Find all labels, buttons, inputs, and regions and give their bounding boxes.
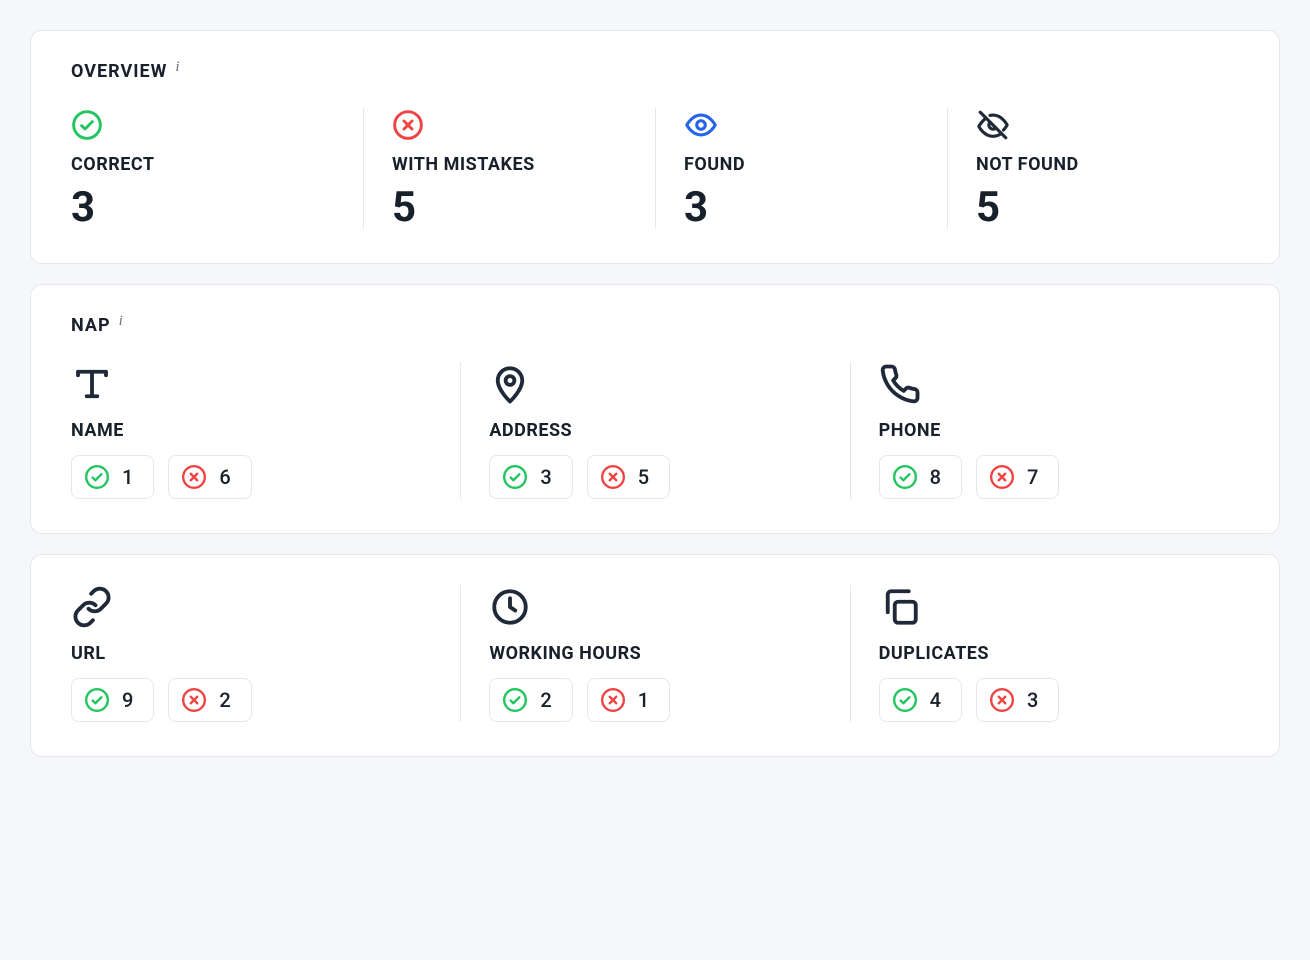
nap-phone-wrong-value: 7 bbox=[1027, 465, 1038, 489]
nap-phone-wrong-pill[interactable]: 7 bbox=[976, 455, 1059, 499]
nap-address: ADDRESS 3 5 bbox=[460, 362, 849, 499]
details-url-correct-value: 9 bbox=[122, 688, 133, 712]
overview-notfound-label: NOT FOUND bbox=[976, 154, 1219, 175]
nap-name: NAME 1 6 bbox=[71, 362, 460, 499]
eye-icon bbox=[684, 108, 927, 142]
overview-found: FOUND 3 bbox=[655, 108, 947, 229]
details-duplicates-wrong-pill[interactable]: 3 bbox=[976, 678, 1059, 722]
info-icon[interactable]: i bbox=[175, 59, 180, 76]
details-url: URL 9 2 bbox=[71, 585, 460, 722]
phone-icon bbox=[879, 362, 1219, 406]
details-duplicates-wrong-value: 3 bbox=[1027, 688, 1038, 712]
details-duplicates-correct-pill[interactable]: 4 bbox=[879, 678, 962, 722]
nap-phone-label: PHONE bbox=[879, 420, 1219, 441]
overview-title: OVERVIEW bbox=[71, 61, 167, 82]
nap-card: NAP i NAME 1 6 bbox=[30, 284, 1280, 534]
overview-mistakes: WITH MISTAKES 5 bbox=[363, 108, 655, 229]
overview-found-label: FOUND bbox=[684, 154, 927, 175]
nap-name-label: NAME bbox=[71, 420, 440, 441]
info-icon[interactable]: i bbox=[119, 313, 124, 330]
copy-icon bbox=[879, 585, 1219, 629]
details-hours-wrong-value: 1 bbox=[638, 688, 649, 712]
details-card: URL 9 2 WORKING HOURS 2 bbox=[30, 554, 1280, 757]
nap-address-label: ADDRESS bbox=[489, 420, 829, 441]
overview-card: OVERVIEW i CORRECT 3 WITH MISTAKES 5 FOU… bbox=[30, 30, 1280, 264]
nap-address-wrong-value: 5 bbox=[638, 465, 649, 489]
eye-off-icon bbox=[976, 108, 1219, 142]
type-icon bbox=[71, 362, 440, 406]
nap-address-correct-value: 3 bbox=[540, 465, 551, 489]
overview-correct: CORRECT 3 bbox=[71, 108, 363, 229]
nap-title: NAP bbox=[71, 315, 111, 336]
details-url-wrong-value: 2 bbox=[219, 688, 230, 712]
details-hours: WORKING HOURS 2 1 bbox=[460, 585, 849, 722]
clock-icon bbox=[489, 585, 829, 629]
nap-name-correct-value: 1 bbox=[122, 465, 133, 489]
nap-name-wrong-pill[interactable]: 6 bbox=[168, 455, 251, 499]
overview-correct-value: 3 bbox=[71, 187, 343, 229]
overview-notfound-value: 5 bbox=[976, 187, 1219, 229]
details-hours-correct-pill[interactable]: 2 bbox=[489, 678, 572, 722]
nap-name-wrong-value: 6 bbox=[219, 465, 230, 489]
overview-correct-label: CORRECT bbox=[71, 154, 343, 175]
nap-address-wrong-pill[interactable]: 5 bbox=[587, 455, 670, 499]
overview-title-row: OVERVIEW i bbox=[71, 61, 1239, 82]
details-hours-correct-value: 2 bbox=[540, 688, 551, 712]
details-url-correct-pill[interactable]: 9 bbox=[71, 678, 154, 722]
details-duplicates: DUPLICATES 4 3 bbox=[850, 585, 1239, 722]
overview-mistakes-label: WITH MISTAKES bbox=[392, 154, 635, 175]
nap-phone-correct-value: 8 bbox=[930, 465, 941, 489]
nap-title-row: NAP i bbox=[71, 315, 1239, 336]
check-circle-icon bbox=[71, 108, 343, 142]
details-url-label: URL bbox=[71, 643, 440, 664]
overview-mistakes-value: 5 bbox=[392, 187, 635, 229]
x-circle-icon bbox=[392, 108, 635, 142]
details-duplicates-correct-value: 4 bbox=[930, 688, 941, 712]
nap-phone-correct-pill[interactable]: 8 bbox=[879, 455, 962, 499]
overview-notfound: NOT FOUND 5 bbox=[947, 108, 1239, 229]
details-hours-label: WORKING HOURS bbox=[489, 643, 829, 664]
details-url-wrong-pill[interactable]: 2 bbox=[168, 678, 251, 722]
link-icon bbox=[71, 585, 440, 629]
details-hours-wrong-pill[interactable]: 1 bbox=[587, 678, 670, 722]
overview-found-value: 3 bbox=[684, 187, 927, 229]
pin-icon bbox=[489, 362, 829, 406]
nap-name-correct-pill[interactable]: 1 bbox=[71, 455, 154, 499]
nap-address-correct-pill[interactable]: 3 bbox=[489, 455, 572, 499]
nap-phone: PHONE 8 7 bbox=[850, 362, 1239, 499]
details-duplicates-label: DUPLICATES bbox=[879, 643, 1219, 664]
